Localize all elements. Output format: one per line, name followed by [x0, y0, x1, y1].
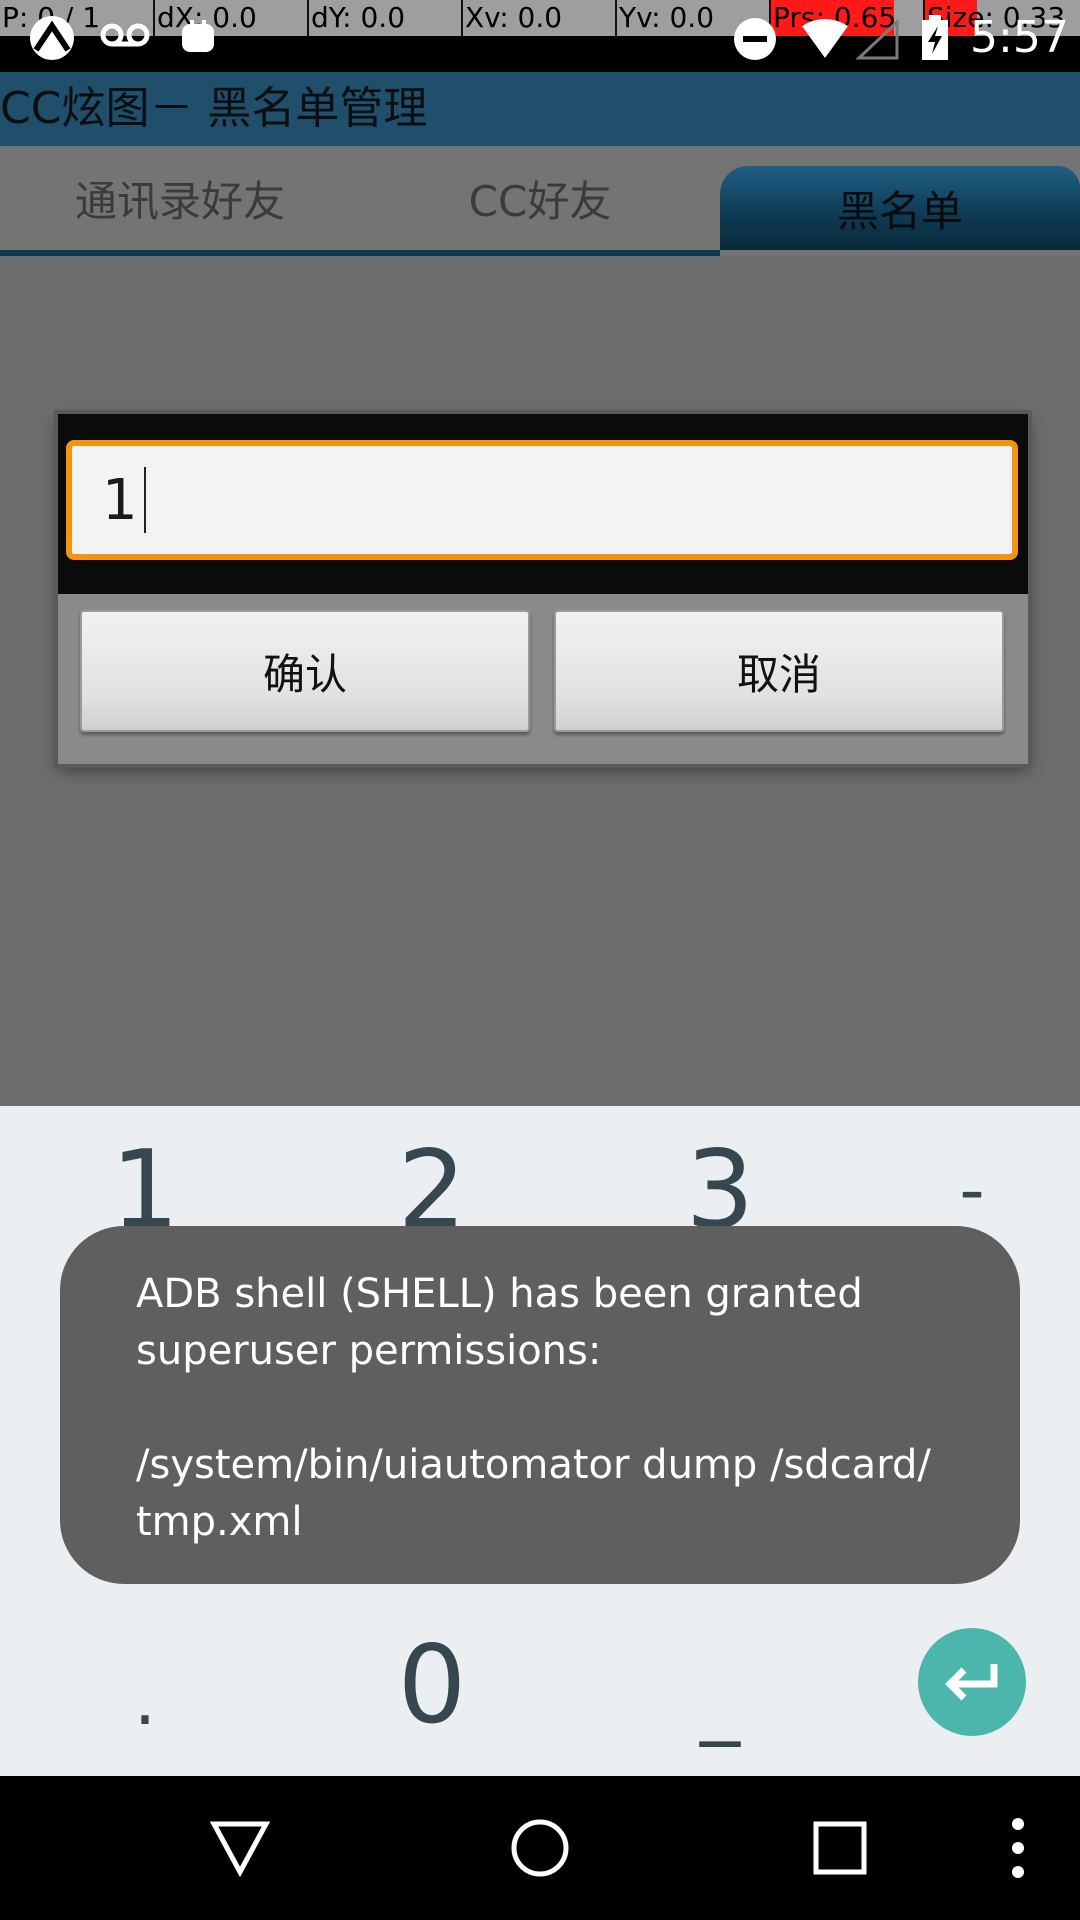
battery-charging-icon — [922, 15, 948, 60]
status-time: 5:57 — [970, 12, 1069, 63]
signal-icon — [855, 18, 899, 60]
number-input[interactable]: 1 — [66, 440, 1018, 560]
voicemail-icon — [100, 23, 150, 47]
debug-yv: Yv: 0.0 — [615, 0, 714, 36]
back-icon[interactable] — [210, 1818, 270, 1878]
toast-line-2: superuser permissions: — [136, 1328, 602, 1374]
tab-bar: 通讯录好友 CC好友 黑名单 — [0, 146, 1080, 256]
recents-icon[interactable] — [812, 1820, 868, 1876]
tab-label: 黑名单 — [836, 186, 963, 236]
tab-label: 通讯录好友 — [74, 176, 285, 226]
superuser-toast: ADB shell (SHELL) has been granted super… — [60, 1226, 1020, 1584]
debug-dy: dY: 0.0 — [307, 0, 405, 36]
tab-blacklist[interactable]: 黑名单 — [720, 166, 1080, 250]
tab-cc-friends[interactable]: CC好友 — [360, 146, 720, 250]
tab-label: CC好友 — [468, 176, 612, 226]
app-title: CC炫图－ 黑名单管理 — [0, 83, 428, 134]
pointer-debug-bar: P: 0 / 1 dX: 0.0 dY: 0.0 Xv: 0.0 Yv: 0.0… — [0, 0, 1080, 36]
confirm-button[interactable]: 确认 — [80, 610, 530, 732]
key-0[interactable]: 0 — [297, 1620, 567, 1750]
home-icon[interactable] — [510, 1818, 570, 1878]
tab-underline — [0, 250, 720, 256]
text-cursor — [143, 467, 146, 533]
tab-contacts-friends[interactable]: 通讯录好友 — [0, 146, 360, 250]
do-not-disturb-icon — [734, 18, 776, 60]
debug-xv: Xv: 0.0 — [461, 0, 562, 36]
key-underscore[interactable]: _ — [585, 1640, 855, 1760]
status-bar — [0, 36, 1080, 72]
toast-line-1: ADB shell (SHELL) has been granted — [136, 1271, 863, 1317]
enter-icon — [945, 1664, 998, 1701]
key-period[interactable]: . — [10, 1640, 280, 1760]
toast-spacer — [136, 1380, 980, 1437]
enter-key[interactable] — [918, 1628, 1026, 1736]
input-value: 1 — [102, 467, 138, 533]
toast-line-4: tmp.xml — [136, 1499, 303, 1545]
cancel-button[interactable]: 取消 — [554, 610, 1004, 732]
toast-line-3: /system/bin/uiautomator dump /sdcard/ — [136, 1442, 931, 1488]
notification-icon — [182, 20, 214, 52]
wifi-icon — [802, 19, 848, 58]
android-debug-icon — [30, 16, 74, 60]
overflow-menu-icon[interactable] — [1006, 1816, 1030, 1880]
